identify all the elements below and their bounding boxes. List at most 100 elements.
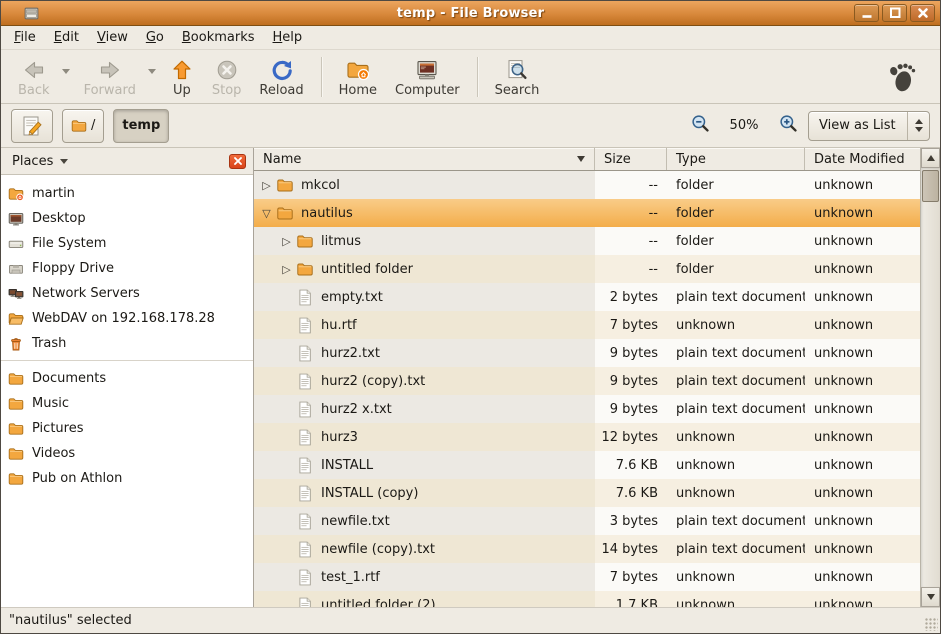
file-size: 9 bytes [595,339,667,367]
scroll-down-button[interactable] [921,587,940,607]
close-icon [233,156,243,166]
statusbar: "nautilus" selected [1,607,940,633]
edit-location-button[interactable] [11,109,53,143]
forward-dropdown-arrow[interactable] [145,69,159,74]
collapsed-expander-icon[interactable]: ▷ [258,180,275,191]
table-row[interactable]: ▷mkcol--folderunknown [254,171,920,199]
table-row[interactable]: hurz312 bytesunknownunknown [254,423,920,451]
table-row[interactable]: hurz2 (copy).txt9 bytesplain text docume… [254,367,920,395]
menu-help[interactable]: Help [264,27,312,48]
toolbar-button-label: Reload [259,83,303,98]
back-button[interactable]: Back [9,54,59,100]
sidebar-close-button[interactable] [229,154,246,169]
path-root-button[interactable]: / [62,109,104,143]
file-size: 1.7 KB [595,591,667,607]
zoom-in-button[interactable] [777,115,799,137]
sidebar-item-documents[interactable]: Documents [1,366,253,391]
menu-bookmarks[interactable]: Bookmarks [173,27,264,48]
text-file-icon [295,372,315,390]
table-row[interactable]: newfile.txt3 bytesplain text documentunk… [254,507,920,535]
table-row[interactable]: hu.rtf7 bytesunknownunknown [254,311,920,339]
view-mode-select[interactable]: View as List [808,111,930,141]
file-size: 3 bytes [595,507,667,535]
location-bar: / temp 50% View as List [1,104,940,148]
expanded-expander-icon[interactable]: ▽ [258,208,275,219]
sidebar-item-floppy-drive[interactable]: Floppy Drive [1,256,253,281]
table-row[interactable]: empty.txt2 bytesplain text documentunkno… [254,283,920,311]
table-row[interactable]: test_1.rtf7 bytesunknownunknown [254,563,920,591]
zoom-out-button[interactable] [689,115,711,137]
path-current-button[interactable]: temp [113,109,169,143]
column-header-type[interactable]: Type [667,148,805,170]
table-row[interactable]: hurz2 x.txt9 bytesplain text documentunk… [254,395,920,423]
scroll-up-button[interactable] [921,148,940,168]
close-button[interactable] [910,4,935,22]
file-name: untitled folder [321,262,413,277]
sidebar-item-label: Music [32,396,69,411]
text-file-icon [295,400,315,418]
home-icon [346,58,370,82]
sidebar-item-videos[interactable]: Videos [1,441,253,466]
back-icon [22,58,46,82]
scrollbar-thumb[interactable] [922,170,939,202]
sidebar-item-file-system[interactable]: File System [1,231,253,256]
menu-view[interactable]: View [88,27,137,48]
maximize-button[interactable] [882,4,907,22]
sidebar-item-martin[interactable]: martin [1,181,253,206]
table-row[interactable]: INSTALL7.6 KBunknownunknown [254,451,920,479]
table-row[interactable]: INSTALL (copy)7.6 KBunknownunknown [254,479,920,507]
sidebar-item-webdav-on-192-168-178-28[interactable]: WebDAV on 192.168.178.28 [1,306,253,331]
table-row[interactable]: newfile (copy).txt14 bytesplain text doc… [254,535,920,563]
file-size: 7.6 KB [595,479,667,507]
column-header-size[interactable]: Size [595,148,667,170]
column-header-name[interactable]: Name [254,148,595,170]
desktop-icon [8,211,24,227]
file-date-modified: unknown [805,507,920,535]
scrollbar-trough[interactable] [921,168,940,587]
file-size: -- [595,255,667,283]
table-row[interactable]: hurz2.txt9 bytesplain text documentunkno… [254,339,920,367]
sidebar-item-trash[interactable]: Trash [1,331,253,356]
menu-edit[interactable]: Edit [45,27,88,48]
path-current-label: temp [122,118,160,133]
up-button[interactable]: Up [161,54,203,100]
column-header-date-modified[interactable]: Date Modified [805,148,920,170]
table-row[interactable]: ▽nautilus--folderunknown [254,199,920,227]
file-size: -- [595,199,667,227]
search-button[interactable]: Search [486,54,549,100]
sidebar-item-pub-on-athlon[interactable]: Pub on Athlon [1,466,253,491]
toolbar-button-label: Forward [84,83,136,98]
collapsed-expander-icon[interactable]: ▷ [278,236,295,247]
forward-icon [98,58,122,82]
vertical-scrollbar[interactable] [920,148,940,607]
sidebar-list: martinDesktopFile SystemFloppy DriveNetw… [1,175,253,491]
file-name: mkcol [301,178,340,193]
home-button[interactable]: Home [330,54,386,100]
stop-icon [215,58,239,82]
sidebar-item-pictures[interactable]: Pictures [1,416,253,441]
menu-file[interactable]: File [5,27,45,48]
sidebar-item-music[interactable]: Music [1,391,253,416]
gnome-logo-icon [886,61,918,93]
sort-descending-icon [577,156,585,162]
table-row[interactable]: ▷untitled folder--folderunknown [254,255,920,283]
table-row[interactable]: ▷litmus--folderunknown [254,227,920,255]
titlebar[interactable]: temp - File Browser [1,1,940,26]
table-row[interactable]: untitled folder (2)1.7 KBunknownunknown [254,591,920,607]
stop-button[interactable]: Stop [203,54,251,100]
file-type: unknown [667,423,805,451]
places-selector[interactable]: Places [8,152,72,171]
menu-go[interactable]: Go [137,27,173,48]
collapsed-expander-icon[interactable]: ▷ [278,264,295,275]
forward-button[interactable]: Forward [75,54,145,100]
minimize-button[interactable] [854,4,879,22]
sidebar-item-desktop[interactable]: Desktop [1,206,253,231]
sidebar-item-network-servers[interactable]: Network Servers [1,281,253,306]
text-file-icon [295,540,315,558]
resize-grip[interactable] [925,618,938,631]
reload-button[interactable]: Reload [250,54,312,100]
back-dropdown-arrow[interactable] [59,69,73,74]
text-file-icon [295,484,315,502]
computer-button[interactable]: Computer [386,54,469,100]
file-size: 9 bytes [595,395,667,423]
